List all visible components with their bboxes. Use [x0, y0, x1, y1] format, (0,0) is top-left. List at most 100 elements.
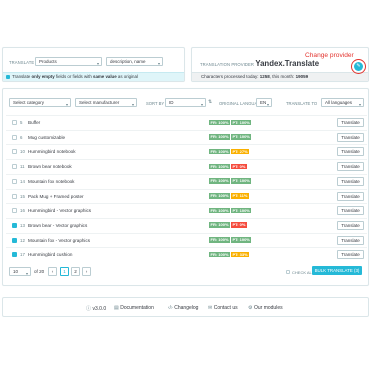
page-2-button[interactable]: 2 — [71, 267, 80, 276]
translate-button[interactable]: Translate — [337, 235, 364, 245]
manufacturer-select[interactable]: Select manufacturer ▾ — [75, 98, 137, 107]
original-language-select[interactable]: EN ▾ — [256, 98, 272, 107]
row-id: 13 — [20, 222, 25, 228]
envelope-icon: ✉ — [208, 305, 213, 311]
language-progress-badge: FR: 100% — [209, 163, 231, 170]
row-checkbox[interactable] — [12, 237, 17, 243]
table-row: 10 Hummingbird notebook FR: 100% PT: 27% Tra… — [6, 144, 367, 157]
manufacturer-select-value: Select manufacturer — [79, 100, 120, 105]
translate-button[interactable]: Translate — [337, 118, 364, 127]
row-checkbox[interactable] — [12, 149, 17, 155]
row-id: 6 — [20, 134, 23, 140]
language-progress-badge: PT: 100% — [231, 134, 252, 140]
checkbox-icon[interactable] — [6, 74, 10, 79]
chevron-down-icon: ▾ — [131, 102, 134, 107]
language-progress-badge: FR: 100% — [209, 207, 231, 214]
sort-direction-icon[interactable]: ⇅ — [208, 98, 212, 106]
translate-button[interactable]: Translate — [337, 176, 364, 186]
book-icon: ▤ — [114, 305, 119, 311]
row-checkbox[interactable] — [12, 178, 17, 184]
footer-changelog-link[interactable]: ‹/› Changelog — [168, 305, 198, 311]
translate-to-select[interactable]: All languages ▾ — [321, 98, 364, 107]
per-page-select[interactable]: 10 ▾ — [9, 267, 31, 276]
language-progress-badge: PT: 0% — [231, 222, 247, 228]
row-product-name: Mug customizable — [28, 134, 66, 140]
row-product-name: Mountain fox - Vector graphics — [28, 237, 91, 243]
translate-button[interactable]: Translate — [337, 250, 364, 260]
row-checkbox[interactable] — [12, 164, 17, 170]
check-all-checkbox[interactable] — [286, 270, 290, 274]
page-count: of 20 — [34, 269, 45, 274]
row-product-name: Hummingbird - Vector graphics — [28, 208, 92, 214]
footer-documentation-link[interactable]: ▤ Documentation — [114, 305, 154, 311]
chevron-down-icon: ▾ — [96, 61, 99, 66]
contact-text: Contact us — [213, 305, 238, 311]
row-checkbox[interactable] — [12, 222, 17, 228]
row-checkbox[interactable] — [12, 134, 17, 140]
table-row: 14 Mountain fox notebook FR: 100% PT: 100% T… — [6, 173, 367, 187]
footer-modules-link[interactable]: ⚙ Our modules — [248, 305, 283, 311]
language-progress-badge: PT: 27% — [231, 148, 250, 155]
row-checkbox[interactable] — [12, 120, 17, 125]
sort-select[interactable]: ID ▾ — [165, 98, 206, 107]
row-id: 15 — [20, 193, 25, 199]
translate-button[interactable]: Translate — [337, 220, 364, 230]
translate-label: TRANSLATE — [9, 60, 35, 65]
chevron-down-icon: ▾ — [266, 102, 269, 107]
row-checkbox[interactable] — [12, 193, 17, 199]
translate-button[interactable]: Translate — [337, 206, 364, 216]
translate-button[interactable]: Translate — [337, 147, 364, 157]
translate-to-label: TRANSLATE TO — [286, 101, 318, 106]
version-text: v3.0.0 — [92, 306, 107, 312]
check-all-label: CHECK ALL — [292, 270, 315, 275]
stats-text-mid: , this month: — [269, 74, 296, 79]
language-progress-badge: FR: 100% — [209, 193, 231, 199]
prev-page-button[interactable]: ‹ — [48, 267, 57, 276]
translation-status: FR: 100% PT: 100% — [209, 134, 252, 140]
entity-select-value: Products — [39, 59, 57, 64]
info-text-mid: fields or fields with — [54, 74, 93, 79]
translate-panel: TRANSLATE Products ▾ description, name ▾… — [2, 47, 185, 82]
code-icon: ‹/› — [168, 305, 173, 311]
translate-button[interactable]: Translate — [337, 191, 364, 201]
provider-label: TRANSLATION PROVIDER — [200, 62, 255, 67]
row-id: 5 — [20, 120, 23, 125]
row-product-name: Buffer — [28, 120, 41, 125]
row-product-name: Pack Mug + Framed poster — [28, 193, 84, 199]
row-id: 11 — [20, 164, 25, 170]
language-progress-badge: FR: 100% — [209, 178, 231, 184]
row-id: 17 — [20, 252, 25, 258]
table-row: 12 Mountain fox - Vector graphics FR: 100%… — [6, 232, 367, 246]
per-page-value: 10 — [13, 269, 19, 274]
page-1-label: 1 — [63, 269, 66, 274]
next-page-button[interactable]: › — [82, 267, 91, 276]
row-id: 14 — [20, 178, 25, 184]
table-row: 11 Brown bear notebook FR: 100% PT: 0% Trans… — [6, 159, 367, 172]
usage-stats: Characters processed today: 1258, this m… — [192, 72, 368, 81]
row-checkbox[interactable] — [12, 252, 17, 258]
info-text: Translate — [12, 74, 32, 79]
page-1-button[interactable]: 1 — [60, 267, 69, 276]
translate-button[interactable]: Translate — [337, 162, 364, 172]
translate-button[interactable]: Translate — [337, 132, 364, 142]
row-product-name: Brown bear - Vector graphics — [28, 222, 88, 228]
footer-version: ⓘ v3.0.0 — [86, 305, 106, 312]
footer-contact-link[interactable]: ✉ Contact us — [208, 305, 238, 311]
row-product-name: Mountain fox notebook — [28, 178, 75, 184]
fields-select[interactable]: description, name ▾ — [106, 57, 163, 66]
language-progress-badge: PT: 0% — [231, 163, 247, 170]
gear-icon: ⚙ — [248, 305, 253, 311]
translation-status: FR: 100% PT: 0% — [209, 222, 248, 228]
original-language-value: EN — [260, 100, 267, 105]
provider-line: TRANSLATION PROVIDER Yandex.Translate — [200, 59, 319, 68]
bulk-translate-button[interactable]: BULK TRANSLATE (3) — [312, 266, 362, 275]
table-row: 5 Buffer FR: 100% PT: 100% Translate — [6, 115, 367, 128]
footer-bar: ⓘ v3.0.0 ▤ Documentation ‹/› Changelog ✉ Con… — [2, 297, 369, 317]
language-progress-badge: PT: 33% — [231, 251, 250, 258]
row-checkbox[interactable] — [12, 208, 17, 214]
language-progress-badge: PT: 100% — [231, 207, 252, 214]
category-select[interactable]: Select category ▾ — [9, 98, 71, 107]
products-panel: Select category ▾ Select manufacturer ▾ … — [2, 88, 369, 286]
pencil-icon[interactable]: ✎ — [354, 62, 363, 71]
entity-select[interactable]: Products ▾ — [35, 57, 102, 66]
